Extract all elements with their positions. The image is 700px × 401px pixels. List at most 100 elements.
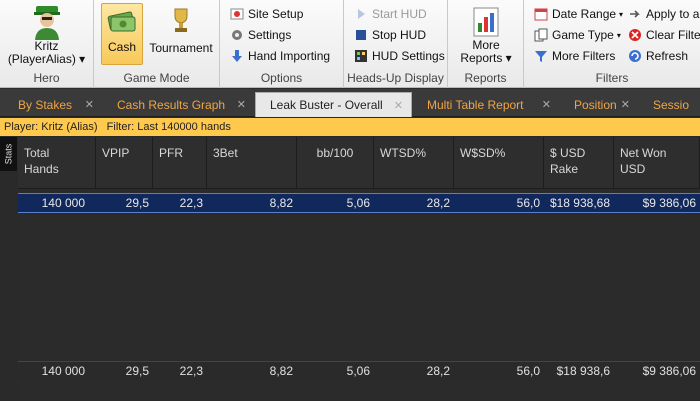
header-line1: 3Bet bbox=[213, 146, 238, 160]
site-setup-icon bbox=[230, 7, 244, 21]
hero-alias: (PlayerAlias) ▾ bbox=[7, 52, 86, 66]
header-line1: PFR bbox=[159, 146, 183, 160]
apply-to-all-button[interactable]: Apply to al bbox=[628, 4, 700, 24]
sum-pfr: 22,3 bbox=[179, 364, 203, 378]
clear-filters-label: Clear Filter bbox=[646, 28, 700, 42]
close-icon[interactable]: ✕ bbox=[621, 98, 630, 111]
col-header-wssd[interactable]: W$SD% bbox=[454, 137, 544, 189]
refresh-icon bbox=[628, 49, 642, 63]
stats-table: Total Hands VPIP PFR 3Bet bb/100 WTSD% W… bbox=[18, 137, 700, 401]
cell-wssd: 56,0 bbox=[516, 196, 540, 210]
header-line1: $ USD bbox=[550, 146, 586, 160]
more-reports-button[interactable]: More Reports ▾ bbox=[454, 3, 518, 65]
col-header-wtsd[interactable]: WTSD% bbox=[374, 137, 454, 189]
trophy-icon bbox=[174, 8, 188, 32]
game-type-label: Game Type bbox=[552, 28, 614, 42]
funnel-icon bbox=[534, 49, 548, 63]
filter-text: Player: Kritz (Alias) Filter: Last 14000… bbox=[4, 121, 231, 133]
hud-settings-button[interactable]: HUD Settings bbox=[354, 46, 445, 66]
hero-group-label: Hero bbox=[33, 71, 60, 85]
hand-importing-label: Hand Importing bbox=[248, 49, 331, 63]
sum-vpip: 29,5 bbox=[125, 364, 149, 378]
stop-icon bbox=[354, 28, 368, 42]
tab-label: By Stakes bbox=[18, 97, 73, 112]
header-line1: WTSD% bbox=[380, 146, 426, 160]
close-icon[interactable]: ✕ bbox=[237, 98, 246, 111]
sum-net-won: $9 386,06 bbox=[642, 364, 696, 378]
start-hud-label: Start HUD bbox=[372, 7, 427, 21]
import-arrow-icon bbox=[230, 49, 244, 63]
cell-pfr: 22,3 bbox=[179, 196, 203, 210]
tournament-label: Tournament bbox=[149, 41, 213, 55]
game-type-button[interactable]: Game Type ▾ bbox=[534, 25, 621, 45]
player-avatar-icon[interactable] bbox=[32, 4, 62, 40]
tab-sessions[interactable]: Sessio bbox=[639, 92, 700, 117]
hud-group-label: Heads-Up Display bbox=[347, 71, 444, 85]
cell-3bet: 8,82 bbox=[269, 196, 293, 210]
clear-filters-button[interactable]: Clear Filter bbox=[628, 25, 700, 45]
header-line1: VPIP bbox=[102, 146, 130, 160]
close-icon[interactable]: ✕ bbox=[542, 98, 551, 111]
hud-settings-label: HUD Settings bbox=[372, 49, 445, 63]
sum-wtsd: 28,2 bbox=[426, 364, 450, 378]
sum-3bet: 8,82 bbox=[269, 364, 293, 378]
tab-position[interactable]: Position ✕ bbox=[560, 92, 638, 117]
settings-button[interactable]: Settings bbox=[230, 25, 291, 45]
more-filters-button[interactable]: More Filters bbox=[534, 46, 615, 66]
start-hud-button[interactable]: Start HUD bbox=[354, 4, 427, 24]
table-empty-area bbox=[18, 214, 700, 360]
header-line2: USD bbox=[620, 162, 646, 176]
col-header-pfr[interactable]: PFR bbox=[153, 137, 207, 189]
sum-usd-rake: $18 938,6 bbox=[556, 364, 610, 378]
game-mode-group: Cash Tournament Game Mode bbox=[94, 0, 220, 88]
chevron-down-icon: ▾ bbox=[619, 9, 624, 19]
col-header-vpip[interactable]: VPIP bbox=[96, 137, 153, 189]
header-line2: Hands bbox=[24, 162, 59, 176]
tab-by-stakes[interactable]: By Stakes ✕ bbox=[4, 92, 102, 117]
cash-button[interactable]: Cash bbox=[101, 3, 143, 65]
tournament-button[interactable]: Tournament bbox=[146, 3, 216, 65]
stop-hud-label: Stop HUD bbox=[372, 28, 427, 42]
date-range-button[interactable]: Date Range ▾ bbox=[534, 4, 623, 24]
cards-icon bbox=[534, 28, 548, 42]
hero-selector[interactable]: Kritz (PlayerAlias) ▾ bbox=[0, 40, 93, 66]
tab-label: Sessio bbox=[653, 97, 690, 112]
summary-row: 140 000 29,5 22,3 8,82 5,06 28,2 56,0 $1… bbox=[18, 361, 700, 381]
refresh-label: Refresh bbox=[646, 49, 689, 63]
tab-cash-results-graph[interactable]: Cash Results Graph ✕ bbox=[103, 92, 254, 117]
report-chart-icon bbox=[473, 7, 499, 37]
cell-usd-rake: $18 938,68 bbox=[549, 196, 610, 210]
site-setup-button[interactable]: Site Setup bbox=[230, 4, 303, 24]
table-row[interactable]: 140 000 29,5 22,3 8,82 5,06 28,2 56,0 $1… bbox=[18, 193, 700, 213]
gear-icon bbox=[230, 28, 244, 42]
more-reports-line2: Reports ▾ bbox=[460, 51, 512, 65]
col-header-usd-rake[interactable]: $ USD Rake bbox=[544, 137, 614, 189]
report-tabs: By Stakes ✕ Cash Results Graph ✕ Leak Bu… bbox=[0, 89, 700, 117]
tab-leak-buster-overall[interactable]: Leak Buster - Overall ✕ bbox=[255, 92, 412, 117]
stats-side-tab[interactable]: Stats bbox=[0, 137, 17, 171]
refresh-button[interactable]: Refresh bbox=[628, 46, 688, 66]
hud-settings-icon bbox=[354, 49, 368, 63]
options-group: Site Setup Settings Hand Importing Optio… bbox=[220, 0, 344, 88]
tab-label: Position bbox=[574, 97, 617, 112]
active-filter-bar: Player: Kritz (Alias) Filter: Last 14000… bbox=[0, 118, 700, 136]
cell-vpip: 29,5 bbox=[125, 196, 149, 210]
col-header-3bet[interactable]: 3Bet bbox=[207, 137, 297, 189]
play-icon bbox=[354, 7, 368, 21]
col-header-net-won-usd[interactable]: Net Won USD bbox=[614, 137, 700, 189]
more-filters-label: More Filters bbox=[552, 49, 616, 63]
hero-group: Kritz (PlayerAlias) ▾ Hero bbox=[0, 0, 94, 88]
sum-bb100: 5,06 bbox=[346, 364, 370, 378]
close-icon[interactable]: ✕ bbox=[394, 99, 403, 112]
cash-label: Cash bbox=[107, 40, 136, 54]
stop-hud-button[interactable]: Stop HUD bbox=[354, 25, 426, 45]
close-icon[interactable]: ✕ bbox=[85, 98, 94, 111]
tab-label: Cash Results Graph bbox=[117, 97, 226, 112]
hand-importing-button[interactable]: Hand Importing bbox=[230, 46, 330, 66]
apply-to-all-label: Apply to al bbox=[646, 7, 700, 21]
header-line1: Net Won bbox=[620, 146, 667, 160]
tab-multi-table-report[interactable]: Multi Table Report ✕ bbox=[413, 92, 559, 117]
cell-net-won: $9 386,06 bbox=[642, 196, 696, 210]
col-header-bb100[interactable]: bb/100 bbox=[297, 137, 374, 189]
col-header-total-hands[interactable]: Total Hands bbox=[18, 137, 96, 189]
